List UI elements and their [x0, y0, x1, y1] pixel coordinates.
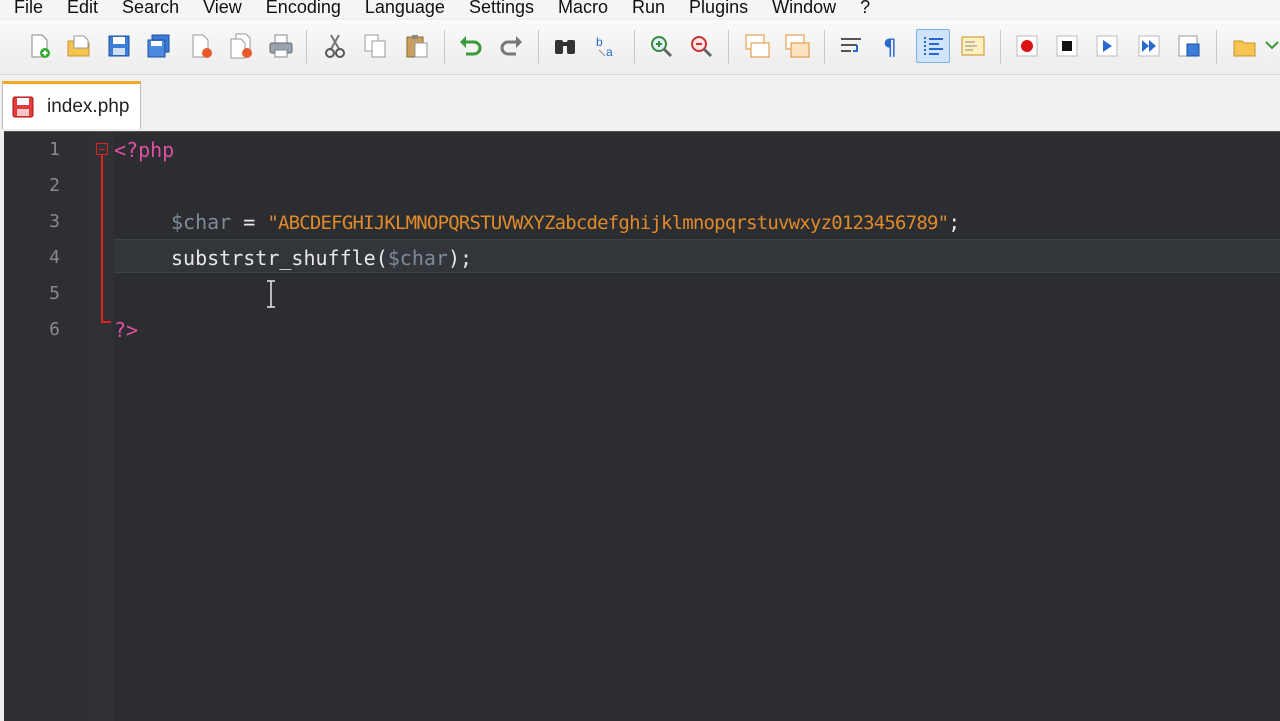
file-modified-icon [12, 96, 34, 117]
save-all-icon[interactable] [142, 29, 176, 63]
svg-text:a: a [606, 45, 613, 59]
fold-line [101, 155, 103, 323]
menu-window[interactable]: Window [772, 0, 836, 18]
tab-label: index.php [47, 95, 130, 117]
stop-macro-icon[interactable] [1050, 29, 1084, 63]
menu-help[interactable]: ? [860, 0, 870, 18]
open-folder-icon[interactable] [1228, 29, 1262, 63]
line-number: 3 [49, 211, 60, 232]
close-icon[interactable] [184, 29, 218, 63]
save-macro-icon[interactable] [1172, 29, 1206, 63]
menu-run[interactable]: Run [632, 0, 665, 18]
line-number: 2 [49, 175, 60, 196]
menu-search[interactable]: Search [122, 0, 179, 18]
redo-icon[interactable] [494, 29, 528, 63]
menu-file[interactable]: File [14, 0, 43, 18]
word-wrap-icon[interactable] [834, 29, 868, 63]
call-end: ); [447, 246, 473, 270]
toolbar: ba ¶ [0, 20, 1280, 75]
variable: $char [387, 246, 448, 270]
record-macro-icon[interactable] [1010, 29, 1044, 63]
undo-icon[interactable] [454, 29, 488, 63]
line-number: 6 [49, 319, 60, 340]
fold-toggle-icon[interactable] [96, 143, 108, 155]
tab-index-php[interactable]: index.php [2, 81, 141, 129]
print-icon[interactable] [264, 29, 298, 63]
replace-icon[interactable]: ba [590, 29, 624, 63]
php-open-tag: <?php [114, 138, 175, 162]
sync-horizontal-icon[interactable] [780, 29, 814, 63]
code-line-3: $char = "ABCDEFGHIJKLMNOPQRSTUVWXYZabcde… [171, 210, 960, 234]
menu-bar: File Edit Search View Encoding Language … [0, 0, 1280, 18]
menu-macro[interactable]: Macro [558, 0, 608, 18]
svg-text:b: b [596, 35, 603, 49]
find-icon[interactable] [548, 29, 582, 63]
line-number: 4 [49, 247, 60, 268]
cut-icon[interactable] [318, 29, 352, 63]
tab-bar: index.php [0, 75, 1280, 130]
sync-vertical-icon[interactable] [740, 29, 774, 63]
php-close-tag: ?> [114, 318, 139, 342]
menu-plugins[interactable]: Plugins [689, 0, 748, 18]
copy-icon[interactable] [358, 29, 392, 63]
code-line-6: ?> [114, 318, 138, 342]
play-macro-icon[interactable] [1090, 29, 1124, 63]
menu-settings[interactable]: Settings [469, 0, 534, 18]
show-all-chars-icon[interactable]: ¶ [874, 29, 908, 63]
semicolon: ; [948, 210, 961, 234]
doc-map-icon[interactable] [956, 29, 990, 63]
function-call: substrstr_shuffle( [171, 246, 388, 270]
open-file-icon[interactable] [62, 29, 96, 63]
code-editor[interactable]: 1 2 3 4 5 6 <?php $char = "ABCDEFGHIJKLM… [4, 131, 1280, 721]
menu-edit[interactable]: Edit [67, 0, 98, 18]
svg-text:¶: ¶ [883, 36, 897, 60]
more-icon[interactable] [1262, 29, 1280, 63]
menu-encoding[interactable]: Encoding [266, 0, 341, 18]
code-line-4: substrstr_shuffle($char); [171, 246, 472, 270]
string-literal: "ABCDEFGHIJKLMNOPQRSTUVWXYZabcdefghijklm… [267, 212, 949, 234]
menu-language[interactable]: Language [365, 0, 445, 18]
run-macro-multiple-icon[interactable] [1132, 29, 1166, 63]
close-all-icon[interactable] [224, 29, 258, 63]
line-number: 5 [49, 283, 60, 304]
variable: $char [171, 210, 232, 234]
paste-icon[interactable] [400, 29, 434, 63]
save-icon[interactable] [102, 29, 136, 63]
zoom-in-icon[interactable] [644, 29, 678, 63]
code-line-1: <?php [114, 138, 174, 162]
indent-guide-icon[interactable] [916, 29, 950, 63]
text-cursor-icon [267, 280, 275, 308]
new-file-icon[interactable] [22, 29, 56, 63]
fold-end [101, 321, 111, 323]
line-number: 1 [49, 139, 60, 160]
zoom-out-icon[interactable] [684, 29, 718, 63]
menu-view[interactable]: View [203, 0, 242, 18]
operator: = [231, 210, 268, 234]
